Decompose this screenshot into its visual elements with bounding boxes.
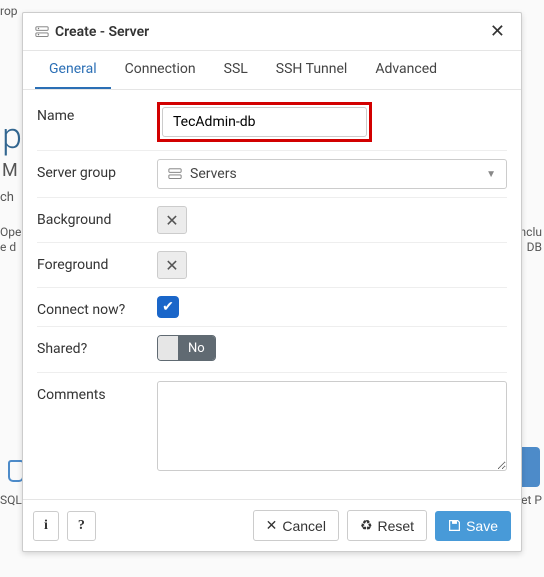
name-highlight-box [157, 102, 372, 142]
create-server-dialog: Create - Server ✕ General Connection SSL… [22, 12, 522, 552]
shared-label: Shared? [37, 335, 157, 357]
dialog-title: Create - Server [55, 24, 149, 40]
shared-toggle[interactable]: No [157, 335, 216, 361]
dialog-footer: i ? ✕ Cancel ♻ Reset Save [23, 499, 521, 551]
tab-ssl[interactable]: SSL [210, 51, 262, 89]
servers-icon [168, 167, 182, 181]
help-button[interactable]: ? [67, 511, 96, 541]
foreground-color-clear[interactable]: ✕ [157, 251, 187, 279]
background-color-clear[interactable]: ✕ [157, 206, 187, 234]
tab-advanced[interactable]: Advanced [361, 51, 451, 89]
connect-now-checkbox[interactable]: ✔ [157, 296, 179, 318]
shared-state: No [178, 336, 215, 360]
close-button[interactable]: ✕ [486, 21, 509, 42]
connect-now-label: Connect now? [37, 296, 157, 318]
dialog-header: Create - Server ✕ [23, 13, 521, 51]
server-group-select[interactable]: Servers ▼ [157, 159, 507, 189]
tab-ssh-tunnel[interactable]: SSH Tunnel [262, 51, 362, 89]
save-button[interactable]: Save [435, 511, 511, 541]
recycle-icon: ♻ [360, 517, 373, 534]
tab-bar: General Connection SSL SSH Tunnel Advanc… [23, 51, 521, 90]
comments-label: Comments [37, 381, 157, 403]
info-button[interactable]: i [33, 511, 59, 541]
name-label: Name [37, 102, 157, 124]
close-icon: ✕ [266, 517, 278, 534]
comments-textarea[interactable] [157, 381, 507, 471]
cancel-button[interactable]: ✕ Cancel [253, 510, 339, 541]
reset-button[interactable]: ♻ Reset [347, 510, 427, 541]
server-group-label: Server group [37, 159, 157, 181]
server-group-value: Servers [190, 166, 237, 182]
save-icon [448, 519, 461, 532]
name-input[interactable] [162, 107, 367, 137]
form-body: Name Server group Servers ▼ Backgrou [23, 90, 521, 499]
server-icon [35, 25, 49, 39]
background-label: Background [37, 206, 157, 228]
tab-general[interactable]: General [35, 51, 111, 89]
tab-connection[interactable]: Connection [111, 51, 210, 89]
chevron-down-icon: ▼ [486, 169, 496, 180]
foreground-label: Foreground [37, 251, 157, 273]
